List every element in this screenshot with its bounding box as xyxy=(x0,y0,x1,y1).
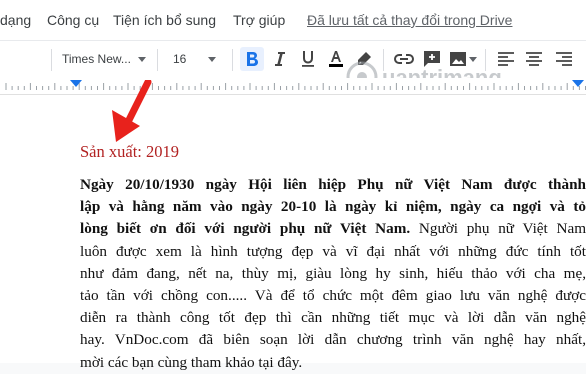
menu-bar: dạng Công cụ Tiện ích bổ sung Trợ giúp Đ… xyxy=(0,0,586,40)
font-size-value: 16 xyxy=(173,52,187,66)
font-family-dropdown[interactable]: Times New... xyxy=(58,46,150,72)
saved-status-link[interactable]: Đã lưu tất cả thay đổi trong Drive xyxy=(307,12,512,28)
bold-button[interactable] xyxy=(240,47,264,71)
toolbar-divider xyxy=(51,49,52,71)
chevron-down-icon xyxy=(208,57,216,62)
italic-icon xyxy=(275,52,285,66)
toolbar-divider xyxy=(232,49,233,71)
indent-marker-icon xyxy=(572,80,584,87)
font-family-value: Times New... xyxy=(62,52,131,66)
chevron-down-icon xyxy=(138,57,146,62)
body-line: lòng biết ơn đối với người phụ nữ Việt N… xyxy=(80,218,586,240)
body-line: diễn ra thành công tốt đẹp thì cần những… xyxy=(80,309,586,327)
align-right-icon xyxy=(556,52,572,66)
italic-button[interactable] xyxy=(268,47,292,71)
body-line-normal: Người phụ nữ Việt Nam xyxy=(410,220,586,238)
font-size-dropdown[interactable]: 16 xyxy=(165,46,220,72)
bold-icon xyxy=(247,52,258,66)
annotation-arrow-icon xyxy=(112,80,152,142)
body-line: lập và hằng năm vào ngày 20-10 là ngày k… xyxy=(80,198,586,216)
body-line-bold: lòng biết ơn đối với người phụ nữ Việt N… xyxy=(80,220,411,238)
align-right-button[interactable] xyxy=(552,47,576,71)
menu-tools[interactable]: Công cụ xyxy=(47,12,99,28)
ruler-ticks xyxy=(5,80,586,90)
document-body[interactable]: Ngày 20/10/1930 ngày Hội liên hiệp Phụ n… xyxy=(80,174,586,374)
body-line: hay. VnDoc.com đã biên soạn lời dẫn chươ… xyxy=(80,331,586,349)
body-line: như đảm đang, nết na, thùy mị, giàu lòng… xyxy=(80,264,586,282)
body-line: luôn được xem là hình tượng đẹp và vĩ đạ… xyxy=(80,242,586,260)
toolbar-divider xyxy=(157,49,158,71)
horizontal-ruler[interactable] xyxy=(0,78,586,95)
body-line: tảo tần với chồng con..... Và để tổ chức… xyxy=(80,286,586,304)
menu-add-ons[interactable]: Tiện ích bổ sung xyxy=(113,12,216,28)
menu-format[interactable]: dạng xyxy=(0,12,31,28)
menu-help[interactable]: Trợ giúp xyxy=(233,12,285,28)
indent-marker-icon xyxy=(70,80,82,87)
body-line: Ngày 20/10/1930 ngày Hội liên hiệp Phụ n… xyxy=(80,176,586,193)
